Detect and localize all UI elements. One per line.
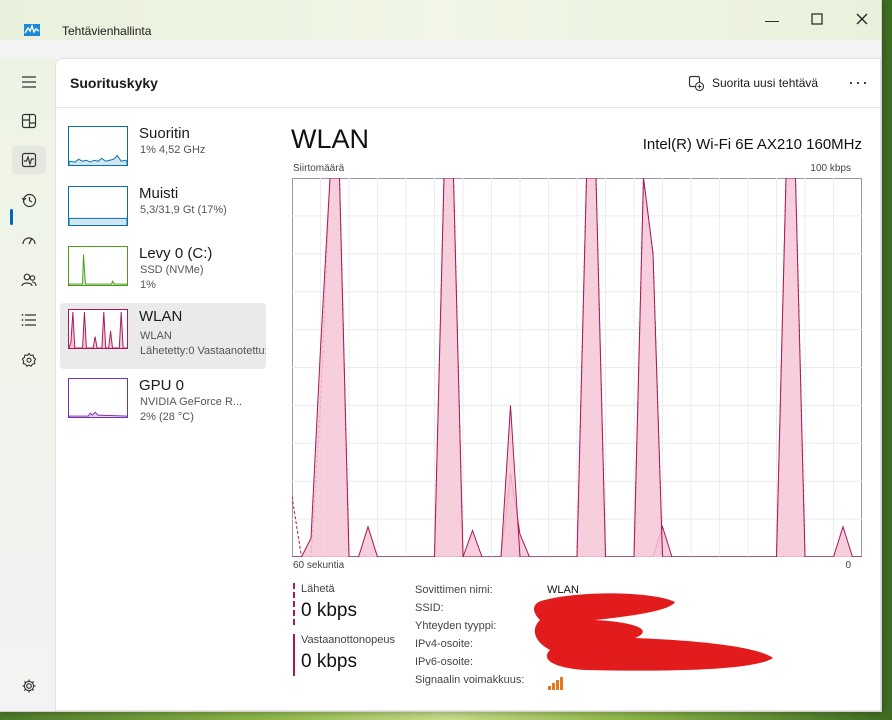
perf-item-gpu-usage: 2% (28 °C)	[140, 411, 194, 423]
nav-processes[interactable]	[12, 107, 46, 135]
y-axis-label: Siirtomäärä	[293, 163, 345, 174]
perf-item-cpu-name: Suoritin	[139, 125, 190, 142]
task-manager-app-icon	[24, 24, 40, 36]
perf-item-gpu-model: NVIDIA GeForce R...	[140, 396, 243, 408]
performance-icon	[21, 152, 37, 168]
gpu-thumbnail-graph	[68, 378, 128, 418]
close-icon	[856, 13, 868, 25]
perf-item-gpu-name: GPU 0	[139, 377, 185, 394]
perf-item-memory[interactable]: Muisti 5,3/31,9 Gt (17%)	[60, 180, 266, 246]
perf-item-wlan[interactable]: WLAN WLAN Lähetetty:0 Vastaanotettu:0 kb…	[60, 303, 266, 369]
prop-label: Sovittimen nimi:	[415, 584, 493, 596]
processes-icon	[21, 113, 37, 129]
wlan-thumbnail-graph	[68, 309, 128, 349]
nav-settings[interactable]	[12, 672, 46, 700]
x-axis-left-label: 60 sekuntia	[293, 560, 345, 571]
perf-item-memory-usage: 5,3/31,9 Gt (17%)	[140, 204, 227, 216]
cpu-thumbnail-graph	[68, 126, 128, 166]
users-icon	[21, 273, 37, 287]
perf-item-disk-name: Levy 0 (C:)	[139, 245, 213, 262]
redaction-scribble	[533, 593, 773, 671]
prop-label: IPv6-osoite:	[415, 656, 474, 668]
nav-app-history[interactable]	[12, 186, 46, 214]
perf-item-disk[interactable]: Levy 0 (C:) SSD (NVMe) 1%	[60, 240, 266, 306]
hamburger-icon	[22, 76, 36, 88]
nav-services[interactable]	[12, 346, 46, 374]
maximize-button[interactable]	[807, 10, 827, 30]
services-icon	[21, 352, 37, 368]
perf-item-wlan-adapter: WLAN	[140, 330, 172, 342]
prop-label: IPv4-osoite:	[415, 638, 474, 650]
startup-apps-icon	[22, 237, 36, 245]
prop-label: Signaalin voimakkuus:	[415, 674, 525, 686]
maximize-icon	[811, 13, 823, 25]
send-value: 0 kbps	[301, 600, 357, 621]
send-label: Lähetä	[301, 583, 335, 595]
app-title: Tehtävienhallinta	[62, 24, 152, 38]
page-title: Suorituskyky	[70, 75, 158, 91]
prop-label: SSID:	[415, 602, 444, 614]
minimize-button[interactable]: —	[762, 10, 782, 30]
navigation-rail	[0, 58, 55, 711]
detail-title: WLAN	[291, 124, 370, 154]
receive-label: Vastaanottonopeus	[301, 634, 395, 646]
app-history-icon	[21, 193, 37, 208]
details-icon	[21, 314, 36, 326]
send-stat: Lähetä 0 kbps	[293, 583, 357, 625]
run-new-task-button[interactable]: Suorita uusi tehtävä	[688, 73, 818, 93]
more-options-button[interactable]: ···	[848, 72, 869, 92]
y-axis-max-label: 100 kbps	[810, 163, 851, 174]
run-new-task-icon	[688, 75, 704, 91]
perf-item-wlan-name: WLAN	[139, 308, 183, 325]
perf-item-wlan-throughput: Lähetetty:0 Vastaanotettu:0 kbps	[140, 345, 266, 357]
perf-item-cpu[interactable]: Suoritin 1% 4,52 GHz	[60, 120, 266, 186]
title-bar[interactable]: Tehtävienhallinta —	[0, 0, 881, 40]
hamburger-menu-button[interactable]	[12, 68, 46, 96]
nav-startup-apps[interactable]	[12, 226, 46, 254]
close-button[interactable]	[852, 10, 872, 30]
gear-icon	[22, 679, 36, 693]
wlan-throughput-graph	[292, 178, 862, 557]
nav-performance[interactable]	[12, 146, 46, 174]
prop-label: Yhteyden tyyppi:	[415, 620, 497, 632]
nav-users[interactable]	[12, 266, 46, 294]
disk-thumbnail-graph	[68, 246, 128, 286]
receive-legend-line	[293, 634, 295, 676]
receive-value: 0 kbps	[301, 651, 357, 672]
perf-item-memory-name: Muisti	[139, 185, 179, 202]
perf-item-cpu-usage: 1% 4,52 GHz	[140, 144, 206, 156]
header-divider	[56, 107, 880, 108]
x-axis-right-label: 0	[845, 560, 851, 571]
receive-stat: Vastaanottonopeus 0 kbps	[293, 634, 395, 676]
task-manager-window: Tehtävienhallinta — Suorituskyky Suorita…	[0, 0, 882, 712]
perf-item-gpu[interactable]: GPU 0 NVIDIA GeForce R... 2% (28 °C)	[60, 372, 266, 438]
adapter-name: Intel(R) Wi-Fi 6E AX210 160MHz	[642, 136, 862, 153]
nav-details[interactable]	[12, 306, 46, 334]
perf-item-disk-usage: 1%	[140, 279, 156, 291]
perf-item-disk-type: SSD (NVMe)	[140, 264, 204, 276]
memory-thumbnail-graph	[68, 186, 128, 226]
run-new-task-label: Suorita uusi tehtävä	[712, 76, 819, 90]
send-legend-line	[293, 583, 295, 625]
